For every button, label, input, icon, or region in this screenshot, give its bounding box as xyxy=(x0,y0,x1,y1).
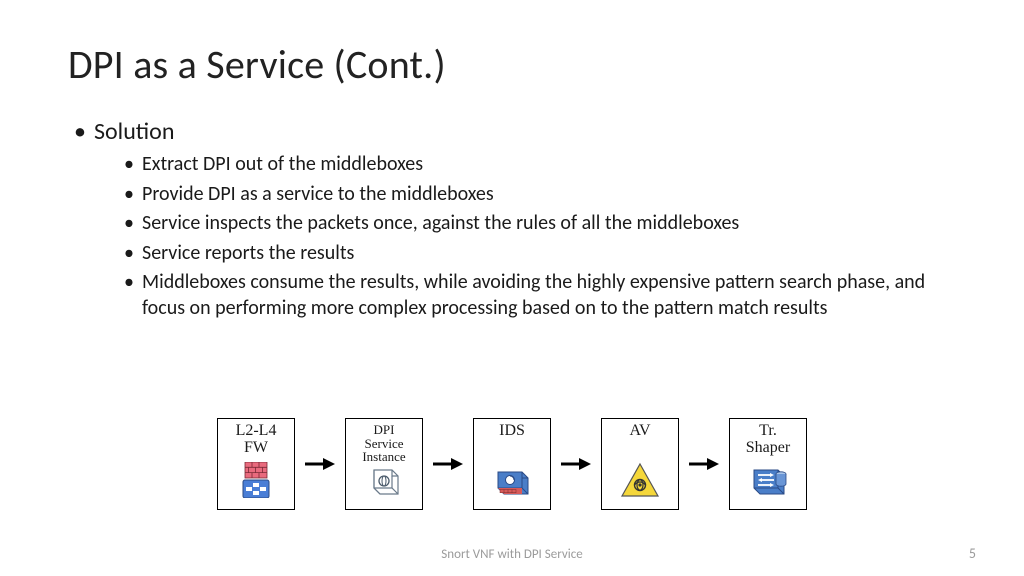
node-av: AV xyxy=(601,418,679,510)
sub-bullet: Provide DPI as a service to the middlebo… xyxy=(124,182,956,208)
bullet-l1-text: Solution xyxy=(94,117,174,146)
shaper-icon xyxy=(748,464,788,503)
dpi-icon xyxy=(364,464,404,505)
node-label: Tr.Shaper xyxy=(746,423,790,457)
slide-title: DPI as a Service (Cont.) xyxy=(68,40,956,89)
node-tr-shaper: Tr.Shaper xyxy=(729,418,807,510)
node-label: IDS xyxy=(499,423,525,440)
node-ids: IDS xyxy=(473,418,551,510)
node-dpi-service: DPIServiceInstance xyxy=(345,418,423,510)
av-icon xyxy=(620,462,660,503)
arrow-icon xyxy=(305,457,335,471)
bullet-solution: Solution Extract DPI out of the middlebo… xyxy=(74,117,956,322)
flow-diagram: L2-L4FW xyxy=(0,418,1024,510)
sub-bullet: Extract DPI out of the middleboxes xyxy=(124,152,956,178)
bullet-list: Solution Extract DPI out of the middlebo… xyxy=(68,117,956,322)
sub-bullet-list: Extract DPI out of the middleboxes Provi… xyxy=(94,152,956,322)
sub-bullet: Service reports the results xyxy=(124,241,956,267)
node-label: AV xyxy=(629,423,650,440)
firewall-icon xyxy=(239,462,273,503)
sub-bullet: Middleboxes consume the results, while a… xyxy=(124,270,956,321)
arrow-icon xyxy=(689,457,719,471)
node-label: DPIServiceInstance xyxy=(362,423,405,464)
footer-text: Snort VNF with DPI Service xyxy=(0,547,1024,562)
sub-bullet: Service inspects the packets once, again… xyxy=(124,211,956,237)
slide: DPI as a Service (Cont.) Solution Extrac… xyxy=(0,0,1024,576)
node-label: L2-L4FW xyxy=(236,423,277,457)
arrow-icon xyxy=(561,457,591,471)
node-l2l4fw: L2-L4FW xyxy=(217,418,295,510)
arrow-icon xyxy=(433,457,463,471)
page-number: 5 xyxy=(969,545,976,562)
ids-icon xyxy=(492,464,532,503)
